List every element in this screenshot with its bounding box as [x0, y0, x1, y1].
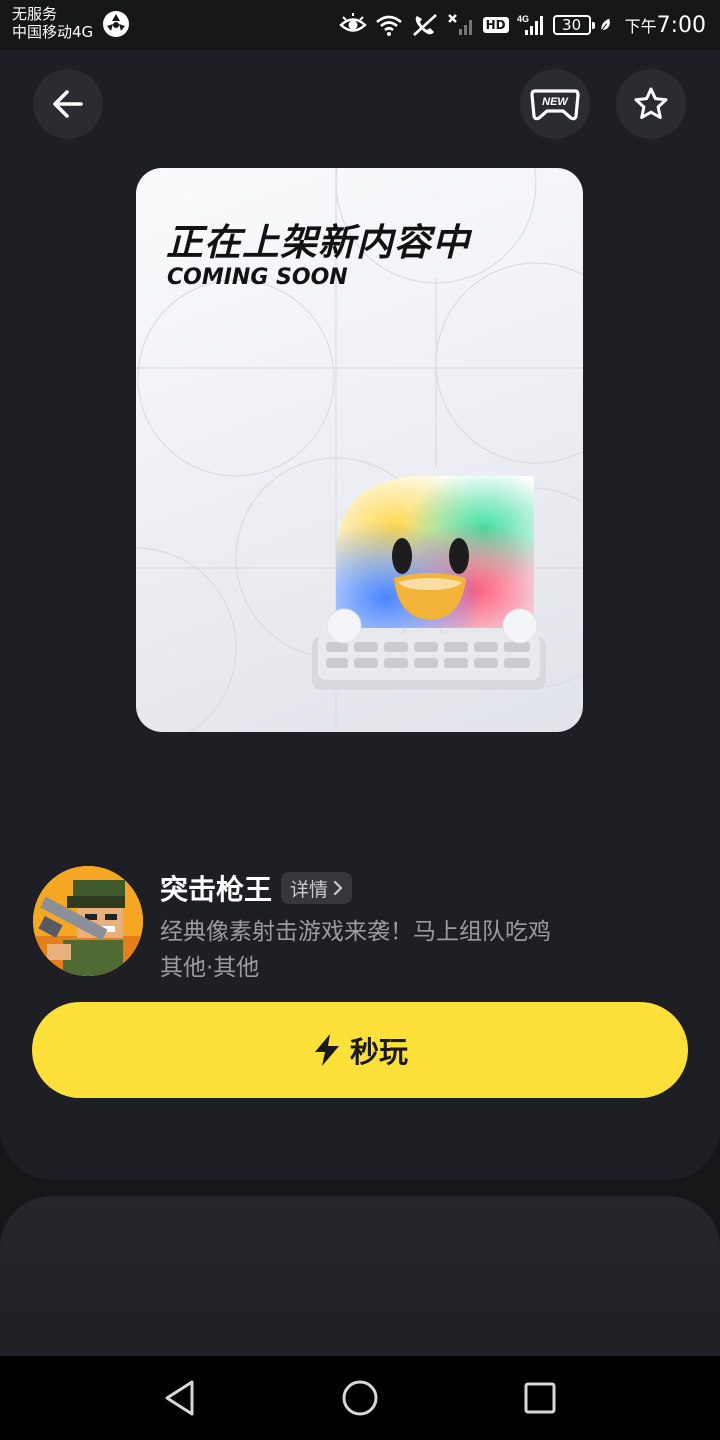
instant-play-label: 秒玩	[349, 1035, 408, 1069]
status-bar: 无服务 中国移动4G HD 4G 30 下午7:00	[0, 0, 720, 50]
no-signal-icon	[447, 14, 472, 35]
chevron-right-icon	[333, 880, 343, 896]
circle-home-icon	[342, 1380, 378, 1416]
new-badge-label: NEW	[542, 96, 569, 108]
carrier-line-1: 无服务	[12, 5, 58, 23]
game-detail-panel: NEW 正在上架新内容中 COMING SOON 突击枪王 详情 经典像素射击游…	[0, 50, 720, 1180]
network-type-label: 4G	[517, 14, 529, 24]
power-saving-icon	[600, 18, 610, 32]
status-icons: HD 4G 30 下午7:00	[338, 8, 706, 42]
nav-home-button[interactable]	[336, 1374, 384, 1422]
game-category-tags: 其他·其他	[160, 955, 260, 981]
instant-play-button[interactable]: 秒玩	[32, 1002, 688, 1098]
cover-subtitle: COMING SOON	[167, 265, 348, 290]
clock-time: 7:00	[656, 12, 706, 38]
battery-indicator: 30	[552, 15, 595, 35]
keyboard-mascot-illustration	[312, 476, 546, 690]
triangle-back-icon	[165, 1380, 194, 1416]
screen: 无服务 中国移动4G HD 4G 30 下午7:00 NEW 正在上架新内容中 …	[0, 0, 720, 1440]
signal-strength-icon: 4G	[517, 14, 543, 35]
new-games-button[interactable]: NEW	[520, 69, 590, 139]
system-navigation-bar	[0, 1356, 720, 1440]
clock: 下午7:00	[625, 13, 706, 38]
game-icon-avatar[interactable]	[33, 866, 143, 976]
eye-comfort-icon	[338, 13, 367, 32]
game-description: 经典像素射击游戏来袭！马上组队吃鸡	[160, 919, 551, 945]
cover-title: 正在上架新内容中	[166, 221, 470, 264]
hd-badge: HD	[482, 17, 509, 33]
back-button[interactable]	[33, 69, 103, 139]
nav-recent-apps-button[interactable]	[516, 1374, 564, 1422]
lightning-icon	[314, 1034, 339, 1066]
call-disabled-icon	[412, 14, 437, 36]
star-icon	[634, 87, 668, 119]
carrier-info: 无服务 中国移动4G	[12, 5, 93, 41]
coming-soon-card: 正在上架新内容中 COMING SOON	[136, 168, 583, 732]
bottom-sheet	[0, 1196, 720, 1366]
carrier-line-2: 中国移动4G	[12, 23, 94, 41]
new-gamepad-icon: NEW	[530, 89, 580, 121]
game-title: 突击枪王	[160, 873, 273, 906]
nav-back-button[interactable]	[156, 1374, 204, 1422]
details-label: 详情	[290, 878, 329, 901]
favorite-button[interactable]	[616, 69, 686, 139]
wifi-icon	[375, 15, 402, 36]
hotspot-icon	[103, 11, 129, 37]
pixel-soldier-icon	[33, 866, 143, 976]
arrow-left-icon	[53, 90, 83, 118]
clock-period: 下午	[624, 16, 657, 36]
square-recents-icon	[524, 1382, 556, 1414]
details-button[interactable]: 详情	[281, 872, 353, 904]
